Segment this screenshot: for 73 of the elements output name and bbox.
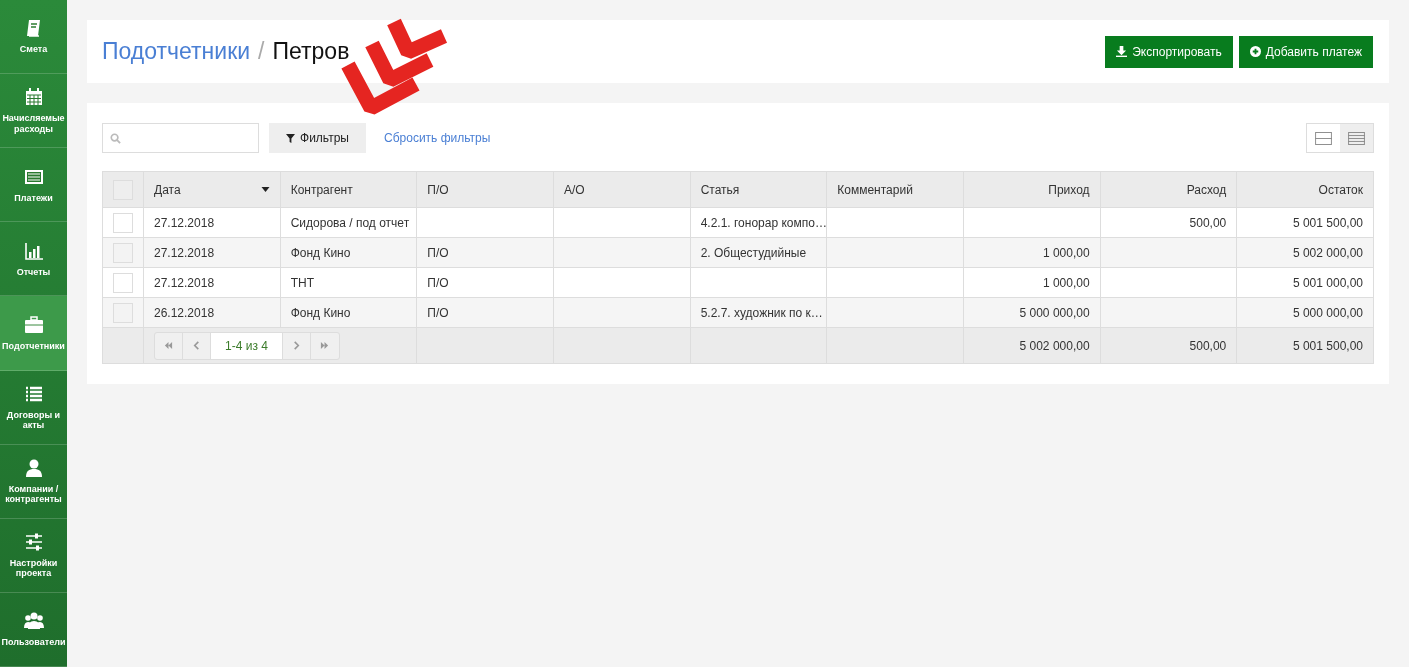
sidebar-item[interactable]: Платежи [0,148,67,223]
table-cell: 27.12.2018 [143,207,281,238]
table-cell: 2. Общестудийные [690,237,827,268]
table-cell: Сидорова / под отчет [280,207,417,238]
export-button[interactable]: Экспортировать [1105,35,1233,68]
next-page-icon [291,341,301,350]
sort-caret-icon [260,187,270,192]
sidebar-item[interactable]: Смета [0,0,67,75]
column-header[interactable]: Статья [690,171,827,208]
column-header[interactable]: Контрагент [280,171,417,208]
reset-filters-link[interactable]: Сбросить фильтры [384,131,491,145]
rows-view-icon [1348,131,1365,145]
column-header[interactable]: Дата [143,171,281,208]
sidebar-item[interactable]: Подотчетники [0,296,67,371]
filter-icon [286,133,296,143]
total-cell: 500,00 [1100,327,1237,364]
breadcrumb-link[interactable]: Подотчетники [102,38,251,65]
column-header[interactable]: Приход [963,171,1101,208]
first-page-icon [164,341,173,350]
row-checkbox[interactable] [113,212,133,233]
rows-view-button[interactable] [1340,124,1373,152]
bar-chart-icon [23,240,44,261]
table-cell: П/О [416,297,554,328]
download-icon [1116,46,1128,57]
table-cell: Фонд Кино [280,297,417,328]
person-icon [23,457,44,478]
table-cell: 5.2.7. художник по к… [690,297,827,328]
column-header[interactable]: Остаток [1236,171,1374,208]
page-title: Петров [272,38,350,65]
column-header[interactable]: Расход [1100,171,1237,208]
search-icon [110,132,121,144]
table-cell: 27.12.2018 [143,237,281,268]
add-payment-button[interactable]: Добавить платеж [1238,35,1373,68]
breadcrumb-separator: / [258,38,265,65]
total-cell: 5 002 000,00 [963,327,1101,364]
sidebar-item[interactable]: Договоры и акты [0,370,67,445]
sliders-icon [23,531,44,552]
table-cell: ТНТ [280,267,417,298]
table-cell: 5 001 000,00 [1236,267,1374,298]
split-view-icon [1315,131,1332,145]
table-cell: П/О [416,267,554,298]
table-cell: 5 002 000,00 [1236,237,1374,268]
column-header[interactable]: А/О [553,171,691,208]
sidebar-item[interactable]: Пользователи [0,592,67,667]
sidebar-item[interactable]: Компании / контрагенты [0,444,67,519]
table-cell: 1 000,00 [963,267,1101,298]
table-cell: 27.12.2018 [143,267,281,298]
row-checkbox[interactable] [113,302,133,323]
table-cell: 1 000,00 [963,237,1101,268]
table-cell: 5 000 000,00 [963,297,1101,328]
previous-page-icon [192,341,201,350]
table-cell: Фонд Кино [280,237,417,268]
column-header[interactable]: Комментарий [826,171,964,208]
search-field[interactable] [102,123,259,153]
table-cell: П/О [416,237,554,268]
briefcase-icon [23,314,44,335]
users-icon [23,611,44,632]
calendar-icon [23,87,44,108]
table-cell: 26.12.2018 [143,297,281,328]
row-checkbox[interactable] [113,242,133,263]
table-cell: 4.2.1. гонорар компо… [690,207,827,238]
sidebar-item[interactable]: Настройки проекта [0,518,67,593]
page-range: 1-4 из 4 [211,332,283,359]
table-cell: 5 001 500,00 [1236,207,1374,238]
table-cell: 5 000 000,00 [1236,297,1374,328]
filters-button[interactable]: Фильтры [269,123,366,153]
total-cell: 5 001 500,00 [1236,327,1374,364]
row-checkbox[interactable] [113,272,133,293]
sidebar-item[interactable]: Начисляемые расходы [0,74,67,149]
table-cell: 500,00 [1100,207,1237,238]
column-header[interactable]: П/О [416,171,554,208]
plus-circle-icon [1249,46,1261,57]
last-page-icon [320,341,330,350]
